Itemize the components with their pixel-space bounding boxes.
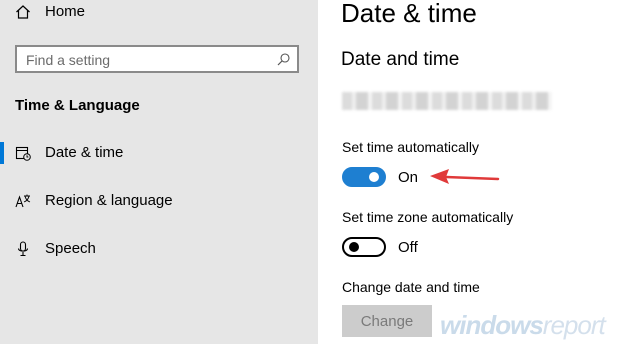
calendar-clock-icon xyxy=(15,145,31,161)
change-button[interactable]: Change xyxy=(342,305,432,337)
watermark-bold: windows xyxy=(440,310,544,340)
home-label: Home xyxy=(45,3,86,20)
current-date-time-blurred xyxy=(342,92,552,110)
set-time-zone-automatically-state: Off xyxy=(398,239,418,256)
set-time-zone-automatically-label: Set time zone automatically xyxy=(342,209,514,225)
red-arrow-icon xyxy=(430,169,500,184)
search-placeholder: Find a setting xyxy=(26,52,111,68)
settings-sidebar: Home Find a setting Time & Language Date… xyxy=(0,0,318,344)
set-time-automatically-toggle[interactable] xyxy=(342,167,386,187)
watermark-logo: windowsreport xyxy=(440,310,606,341)
section-title: Time & Language xyxy=(15,97,140,114)
sidebar-item-label: Date & time xyxy=(45,144,124,161)
language-icon xyxy=(15,193,31,209)
home-nav-item[interactable]: Home xyxy=(0,0,318,26)
sidebar-item-speech[interactable]: Speech xyxy=(0,229,318,269)
selection-indicator xyxy=(0,142,4,164)
section-subtitle: Date and time xyxy=(341,49,460,70)
toggle-knob xyxy=(369,172,379,182)
watermark-light: report xyxy=(542,310,606,340)
sidebar-item-label: Region & language xyxy=(45,192,173,209)
sidebar-item-region-language[interactable]: Region & language xyxy=(0,181,318,221)
sidebar-item-label: Speech xyxy=(45,240,96,257)
sidebar-item-date-time[interactable]: Date & time xyxy=(0,133,318,173)
toggle-knob xyxy=(349,242,359,252)
set-time-automatically-label: Set time automatically xyxy=(342,139,479,155)
search-icon[interactable] xyxy=(277,53,290,66)
search-settings-input[interactable]: Find a setting xyxy=(15,45,299,73)
change-date-time-label: Change date and time xyxy=(342,279,480,295)
home-icon xyxy=(15,4,31,20)
microphone-icon xyxy=(15,241,31,257)
page-title: Date & time xyxy=(341,0,477,28)
set-time-zone-automatically-toggle[interactable] xyxy=(342,237,386,257)
set-time-automatically-state: On xyxy=(398,169,419,186)
